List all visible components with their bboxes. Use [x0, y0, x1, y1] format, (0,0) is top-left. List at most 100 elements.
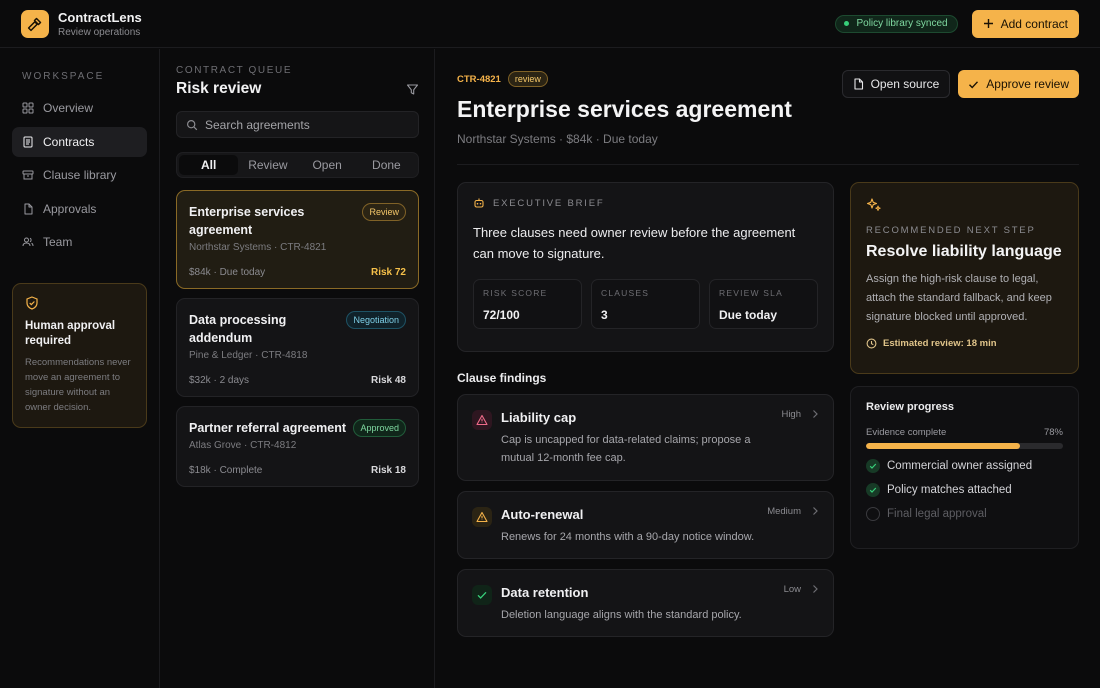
check-circle-icon: [866, 459, 880, 473]
stat-label: REVIEW SLA: [719, 288, 783, 298]
stat-risk-score: RISK SCORE 72/100: [473, 279, 582, 329]
queue-card-meta: Atlas Grove · CTR-4812: [189, 440, 297, 451]
checklist-item-label: Commercial owner assigned: [887, 460, 1033, 472]
empty-circle-icon: [866, 507, 880, 521]
sidebar-item-label: Contracts: [43, 134, 95, 149]
queue-card[interactable]: Partner referral agreement Approved Atla…: [176, 406, 419, 487]
queue-card-value-due: $32k · 2 days: [189, 375, 250, 386]
file-icon: [24, 203, 33, 215]
status-badge: Approved: [353, 419, 406, 437]
search-icon: [186, 119, 198, 130]
brief-eyebrow: EXECUTIVE BRIEF: [493, 197, 605, 209]
queue-card-meta: Northstar Systems · CTR-4821: [189, 242, 327, 253]
sidebar-item-label: Approvals: [43, 201, 97, 216]
finding-card-data-retention[interactable]: Data retention Deletion language aligns …: [457, 569, 834, 637]
finding-severity-icon: [472, 507, 492, 527]
stat-value: 72/100: [483, 308, 520, 322]
status-badge: Review: [362, 203, 406, 221]
approve-review-button[interactable]: Approve review: [958, 70, 1079, 98]
shield-check-icon: [26, 296, 38, 311]
filter-icon[interactable]: [406, 83, 419, 96]
page-subtitle: Northstar Systems · $84k · Due today: [457, 132, 658, 146]
executive-brief-card: EXECUTIVE BRIEF Three clauses need owner…: [457, 182, 834, 352]
finding-severity: Low: [783, 583, 801, 595]
contract-detail: CTR-4821 review Enterprise services agre…: [436, 49, 1100, 688]
plus-icon: [983, 19, 993, 28]
queue-eyebrow: CONTRACT QUEUE: [176, 65, 293, 76]
search-box: [176, 111, 419, 138]
finding-severity-icon: [472, 585, 492, 605]
file-icon: [854, 78, 863, 90]
human-approval-card: Human approval required Recommendations …: [12, 283, 147, 429]
sync-status-badge: Policy library synced: [835, 14, 958, 33]
sidebar-item-contracts[interactable]: Contracts: [12, 126, 147, 157]
tab-all[interactable]: All: [179, 155, 239, 175]
sidebar-item-approvals[interactable]: Approvals: [12, 194, 147, 224]
queue-card[interactable]: Data processing addendum Negotiation Pin…: [176, 298, 419, 397]
open-source-button[interactable]: Open source: [841, 70, 951, 98]
checklist-item-label: Final legal approval: [887, 508, 987, 520]
tab-done[interactable]: Done: [357, 155, 416, 175]
bot-icon: [474, 198, 484, 208]
queue-card-title: Partner referral agreement: [189, 421, 347, 435]
finding-title: Auto-renewal: [501, 507, 584, 522]
tab-review[interactable]: Review: [238, 155, 297, 175]
approval-card-text: Recommendations never move an agreement …: [25, 357, 131, 414]
checklist-item: Commercial owner assigned: [866, 459, 1063, 473]
sidebar-item-clause-library[interactable]: Clause library: [12, 160, 147, 190]
status-badge: review: [507, 71, 548, 87]
queue-card-meta: Pine & Ledger · CTR-4818: [189, 350, 308, 361]
search-input[interactable]: [205, 117, 405, 132]
next-step-text: Assign the high-risk clause to legal, at…: [866, 273, 1052, 323]
next-step-eyebrow: RECOMMENDED NEXT STEP: [866, 225, 1036, 236]
queue-card[interactable]: Enterprise services agreement Review Nor…: [176, 190, 419, 289]
review-progress-card: Review progress Evidence complete 78% Co…: [850, 386, 1079, 549]
divider: [457, 164, 1079, 165]
evidence-percent: 78%: [1043, 427, 1063, 438]
clock-icon: [866, 338, 877, 349]
clause-findings-heading: Clause findings: [457, 371, 547, 385]
queue-filter-tabs: All Review Open Done: [176, 152, 419, 178]
sidebar-nav: Overview Contracts Clause library Approv…: [12, 93, 147, 257]
archive-icon: [22, 170, 34, 180]
add-contract-button[interactable]: Add contract: [971, 9, 1079, 38]
hammer-icon: [27, 17, 42, 31]
queue-card-value-due: $84k · Due today: [189, 267, 266, 278]
evidence-progress-bar: [866, 443, 1063, 449]
approval-card-title: Human approval required: [25, 320, 116, 348]
document-icon: [23, 136, 33, 148]
sync-status-label: Policy library synced: [856, 18, 948, 29]
recommended-next-step-card: RECOMMENDED NEXT STEP Resolve liability …: [850, 182, 1079, 374]
workspace-label: WORKSPACE: [22, 71, 105, 82]
chevron-right-icon: [813, 507, 818, 515]
next-step-title: Resolve liability language: [866, 243, 1062, 260]
sidebar-item-overview[interactable]: Overview: [12, 93, 147, 123]
stat-label: RISK SCORE: [483, 288, 548, 298]
grid-icon: [22, 102, 34, 114]
risk-score: Risk 72: [370, 267, 406, 278]
stat-review-sla: REVIEW SLA Due today: [709, 279, 818, 329]
finding-card-auto-renewal[interactable]: Auto-renewal Renews for 24 months with a…: [457, 491, 834, 559]
page-title: Enterprise services agreement: [457, 96, 792, 122]
finding-title: Liability cap: [501, 410, 577, 425]
sidebar-item-team[interactable]: Team: [12, 227, 147, 257]
review-progress-title: Review progress: [866, 401, 955, 413]
check-circle-icon: [866, 483, 880, 497]
stat-label: CLAUSES: [601, 288, 650, 298]
finding-severity: High: [781, 408, 801, 420]
stat-value: Due today: [719, 308, 778, 322]
finding-text: Deletion language aligns with the standa…: [501, 609, 742, 621]
finding-card-liability-cap[interactable]: Liability cap Cap is uncapped for data-r…: [457, 394, 834, 481]
sparkles-icon: [866, 198, 881, 211]
sidebar-item-label: Team: [43, 235, 73, 250]
app-subtitle: Review operations: [58, 26, 141, 38]
app-name: ContractLens: [58, 9, 142, 25]
status-badge: Negotiation: [346, 311, 406, 329]
brief-text: Three clauses need owner review before t…: [473, 225, 796, 261]
evidence-label: Evidence complete: [866, 427, 947, 438]
contract-id: CTR-4821: [457, 73, 501, 85]
tab-open[interactable]: Open: [298, 155, 357, 175]
logo: [21, 9, 49, 38]
risk-score: Risk 48: [370, 375, 406, 386]
warning-icon: [476, 414, 488, 426]
